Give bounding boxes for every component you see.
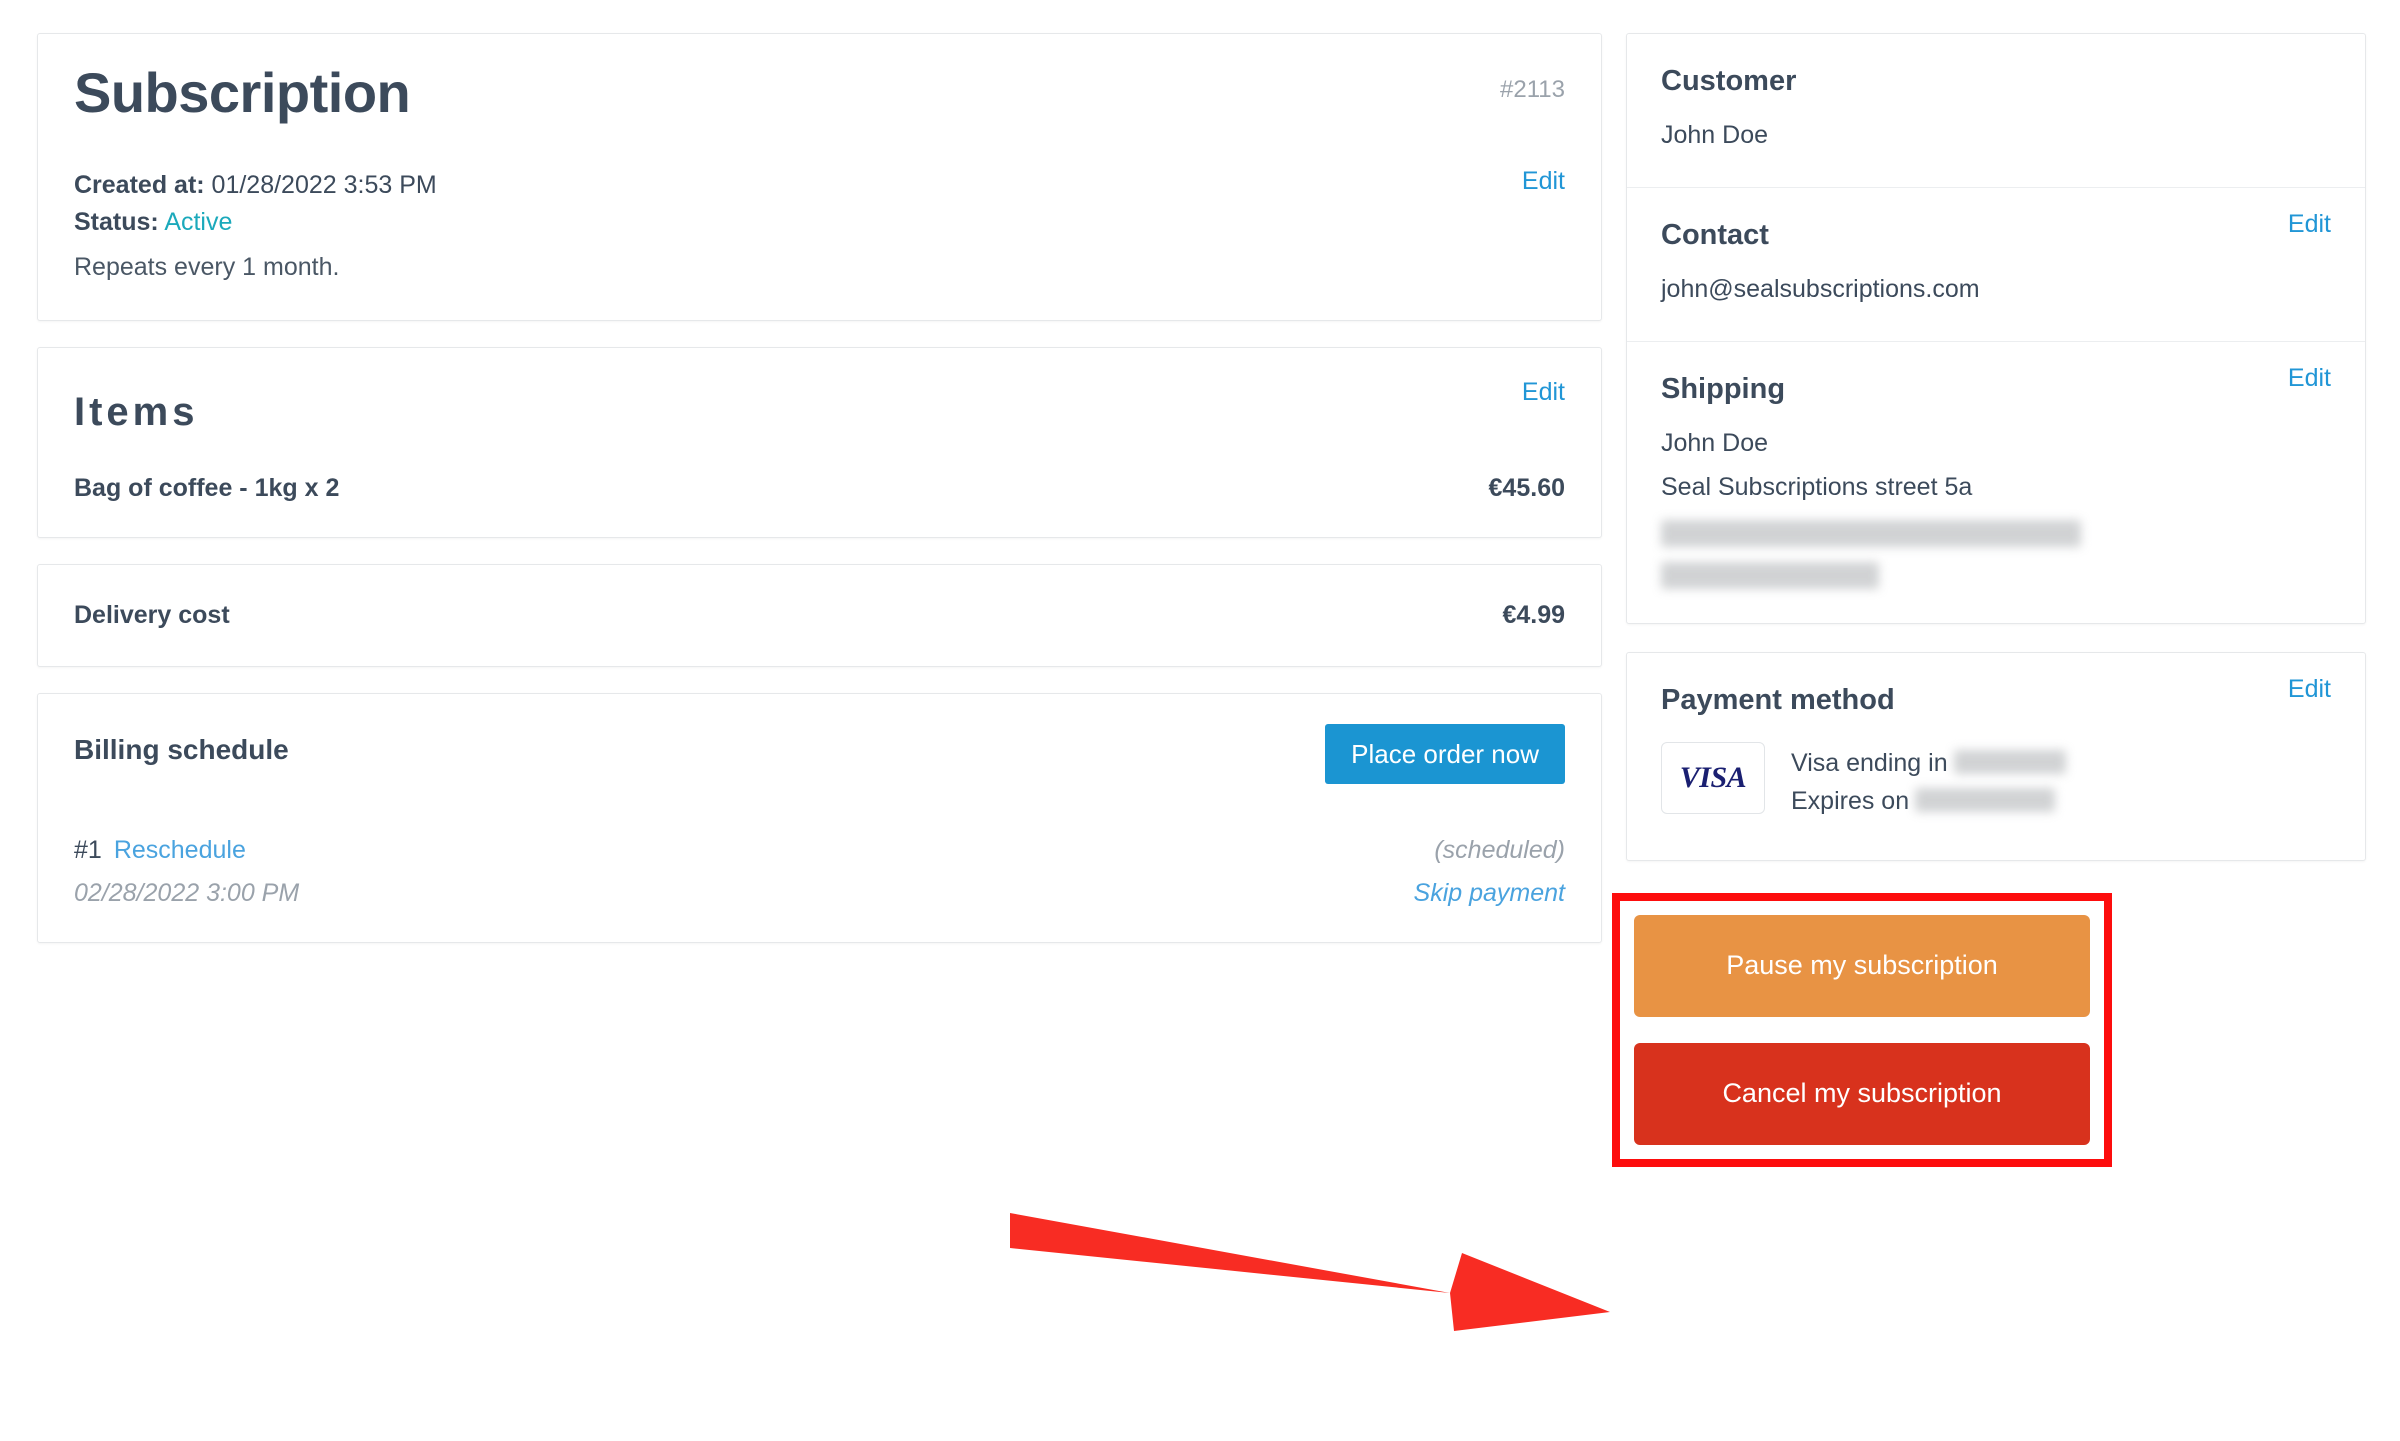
item-price: €45.60 bbox=[1488, 473, 1565, 502]
items-card: Items Edit Bag of coffee - 1kg x 2 €45.6… bbox=[37, 346, 1602, 538]
shipping-country-redacted bbox=[1661, 547, 2331, 590]
edit-items-link[interactable]: Edit bbox=[1522, 378, 1565, 407]
billing-schedule-card: Billing schedule Place order now #1 Resch… bbox=[37, 692, 1602, 944]
subscription-card: Subscription #2113 Edit Created at: 01/2… bbox=[37, 33, 1602, 321]
edit-payment-link[interactable]: Edit bbox=[2288, 675, 2331, 704]
payment-section: Edit Payment method VISA Visa ending in … bbox=[1627, 653, 2365, 860]
created-at-row: Created at: 01/28/2022 3:53 PM bbox=[74, 167, 1565, 204]
pause-subscription-button[interactable]: Pause my subscription bbox=[1634, 915, 2090, 1017]
items-header: Items Edit bbox=[74, 378, 1565, 432]
item-row: Bag of coffee - 1kg x 2 €45.60 bbox=[74, 474, 1565, 503]
annotation-arrow-icon bbox=[1010, 1213, 1610, 1331]
delivery-cost-label: Delivery cost bbox=[74, 600, 230, 629]
card-expires-row: Expires on bbox=[1791, 782, 2066, 820]
card-ending-row: Visa ending in bbox=[1791, 744, 2066, 782]
item-name: Bag of coffee - 1kg x 2 bbox=[74, 473, 340, 502]
place-order-now-button[interactable]: Place order now bbox=[1325, 723, 1565, 785]
customer-title: Customer bbox=[1661, 65, 1797, 97]
shipping-title: Shipping bbox=[1661, 373, 1786, 406]
delivery-cost-price: €4.99 bbox=[1502, 600, 1565, 629]
schedule-entry-left: #1 Reschedule bbox=[74, 836, 246, 865]
status-label: Status: bbox=[74, 207, 159, 236]
reschedule-link[interactable]: Reschedule bbox=[114, 836, 246, 864]
schedule-entry-row: #1 Reschedule (scheduled) bbox=[74, 836, 1565, 865]
customer-info-card: Customer John Doe Edit Contact john@seal… bbox=[1626, 33, 2366, 625]
delivery-cost-card: Delivery cost €4.99 bbox=[37, 563, 1602, 667]
payment-text-lines: Visa ending in Expires on bbox=[1791, 742, 2066, 820]
card-expires-label: Expires on bbox=[1791, 787, 1910, 816]
contact-email: john@sealsubscriptions.com bbox=[1661, 274, 1980, 303]
shipping-street: Seal Subscriptions street 5a bbox=[1661, 473, 1973, 502]
annotation-highlight-box: Pause my subscription Cancel my subscrip… bbox=[1612, 893, 2112, 1167]
customer-name: John Doe bbox=[1661, 120, 1769, 149]
subscription-meta: Edit Created at: 01/28/2022 3:53 PM Stat… bbox=[74, 167, 1565, 286]
repeat-interval-text: Repeats every 1 month. bbox=[74, 252, 340, 281]
edit-shipping-link[interactable]: Edit bbox=[2288, 364, 2331, 393]
billing-header: Billing schedule Place order now bbox=[74, 723, 1565, 785]
schedule-entry-row-2: 02/28/2022 3:00 PM Skip payment bbox=[74, 879, 1565, 908]
subscription-page: Subscription #2113 Edit Created at: 01/2… bbox=[0, 0, 2400, 1441]
edit-subscription-link[interactable]: Edit bbox=[1522, 167, 1565, 196]
status-badge: Active bbox=[164, 207, 233, 236]
card-ending-value-redacted bbox=[1953, 750, 2066, 775]
created-at-label: Created at: bbox=[74, 170, 205, 199]
card-expires-value-redacted bbox=[1915, 788, 2056, 813]
payment-details: VISA Visa ending in Expires on bbox=[1661, 742, 2331, 820]
cancel-subscription-button[interactable]: Cancel my subscription bbox=[1634, 1042, 2090, 1145]
visa-card-icon: VISA bbox=[1661, 742, 1765, 815]
status-row: Status: Active bbox=[74, 204, 1565, 241]
left-column: Subscription #2113 Edit Created at: 01/2… bbox=[37, 33, 1602, 944]
page-title: Subscription bbox=[74, 61, 411, 124]
contact-title: Contact bbox=[1661, 219, 1769, 252]
contact-section: Edit Contact john@sealsubscriptions.com bbox=[1627, 187, 2365, 341]
right-column: Customer John Doe Edit Contact john@seal… bbox=[1612, 33, 2366, 1167]
subscription-id: #2113 bbox=[1500, 76, 1565, 103]
items-title: Items bbox=[74, 389, 199, 434]
subscription-header: Subscription #2113 bbox=[74, 61, 1565, 124]
edit-contact-link[interactable]: Edit bbox=[2288, 210, 2331, 239]
shipping-section: Edit Shipping John Doe Seal Subscription… bbox=[1627, 341, 2365, 623]
card-ending-label: Visa ending in bbox=[1791, 749, 1948, 778]
delivery-row: Delivery cost €4.99 bbox=[74, 601, 1565, 630]
skip-payment-link[interactable]: Skip payment bbox=[1414, 879, 1565, 908]
payment-method-title: Payment method bbox=[1661, 684, 1895, 717]
created-at-value: 01/28/2022 3:53 PM bbox=[211, 170, 437, 199]
customer-section: Customer John Doe bbox=[1627, 34, 2365, 187]
schedule-entry-number: #1 bbox=[74, 836, 102, 865]
shipping-name: John Doe bbox=[1661, 428, 1769, 457]
schedule-entry-date: 02/28/2022 3:00 PM bbox=[74, 879, 300, 908]
billing-schedule-title: Billing schedule bbox=[74, 733, 289, 765]
shipping-city-redacted bbox=[1661, 505, 2331, 548]
schedule-entry-state: (scheduled) bbox=[1434, 836, 1565, 865]
visa-logo-text: VISA bbox=[1679, 761, 1747, 795]
payment-method-card: Edit Payment method VISA Visa ending in … bbox=[1626, 652, 2366, 862]
